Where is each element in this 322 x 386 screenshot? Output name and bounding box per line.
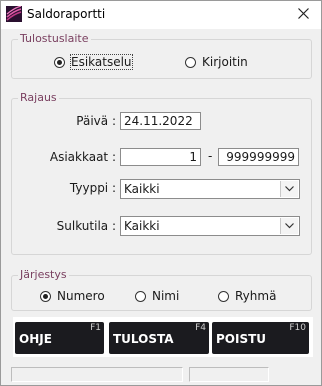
radio-sort-name-label: Nimi	[152, 289, 180, 303]
radio-sort-number-dot[interactable]	[40, 290, 51, 302]
report-window: Saldoraportti Tulostuslaite Esikatselu K…	[0, 0, 322, 386]
output-device-group: Tulostuslaite Esikatselu Kirjoitin	[11, 32, 312, 79]
customers-label: Asiakkaat :	[49, 150, 116, 164]
customers-to-field[interactable]: 999999999	[218, 148, 299, 166]
help-button[interactable]: OHJE F1	[15, 322, 104, 354]
close-icon	[298, 8, 309, 19]
radio-sort-group[interactable]: Ryhmä	[218, 289, 276, 303]
exit-button[interactable]: POISTU F10	[212, 322, 309, 354]
customers-from-field[interactable]: 1	[120, 148, 201, 166]
type-select-value: Kaikki	[124, 182, 160, 196]
type-label: Tyyppi :	[69, 181, 116, 195]
print-button-key: F4	[195, 323, 206, 333]
blocked-select-value: Kaikki	[124, 219, 160, 233]
status-panel-main	[11, 367, 183, 382]
sort-order-group: Järjestys Numero Nimi Ryhmä	[11, 268, 312, 311]
radio-printer-label: Kirjoitin	[202, 55, 248, 69]
print-button[interactable]: TULOSTA F4	[109, 322, 209, 354]
radio-sort-group-label: Ryhmä	[235, 289, 277, 303]
sort-order-group-label: Järjestys	[18, 268, 69, 281]
blocked-select[interactable]: Kaikki	[120, 216, 300, 236]
radio-sort-name[interactable]: Nimi	[135, 289, 179, 303]
blocked-dropdown-button[interactable]	[280, 218, 298, 234]
radio-printer-dot[interactable]	[185, 56, 196, 68]
output-device-group-label: Tulostuslaite	[18, 32, 91, 45]
radio-preview-label: Esikatselu	[70, 54, 133, 70]
date-field[interactable]: 24.11.2022	[120, 112, 201, 130]
date-label: Päivä :	[76, 114, 116, 128]
range-separator: -	[208, 149, 213, 163]
chevron-down-icon	[285, 223, 294, 229]
print-button-label: TULOSTA	[113, 332, 174, 346]
title-bar: Saldoraportti	[1, 1, 321, 29]
chevron-down-icon	[285, 186, 294, 192]
status-panel-secondary	[189, 367, 269, 382]
filter-group: Rajaus Päivä : 24.11.2022 Asiakkaat : 1 …	[11, 91, 312, 255]
radio-preview-dot[interactable]	[54, 56, 65, 68]
blocked-label: Sulkutila :	[56, 219, 116, 233]
window-title: Saldoraportti	[27, 7, 106, 21]
type-dropdown-button[interactable]	[280, 181, 298, 197]
radio-preview[interactable]: Esikatselu	[54, 54, 133, 70]
close-button[interactable]	[291, 3, 317, 25]
radio-sort-number[interactable]: Numero	[40, 289, 105, 303]
app-logo-icon	[6, 6, 22, 22]
type-select[interactable]: Kaikki	[120, 179, 300, 199]
radio-sort-name-dot[interactable]	[135, 290, 146, 302]
exit-button-label: POISTU	[216, 332, 267, 346]
help-button-label: OHJE	[19, 332, 52, 346]
radio-printer[interactable]: Kirjoitin	[185, 55, 248, 69]
help-button-key: F1	[90, 323, 101, 333]
exit-button-key: F10	[289, 323, 306, 333]
filter-group-label: Rajaus	[18, 91, 59, 104]
status-bar	[1, 365, 321, 385]
radio-sort-group-dot[interactable]	[218, 290, 229, 302]
radio-sort-number-label: Numero	[57, 289, 105, 303]
button-bar: OHJE F1 TULOSTA F4 POISTU F10	[13, 317, 313, 357]
